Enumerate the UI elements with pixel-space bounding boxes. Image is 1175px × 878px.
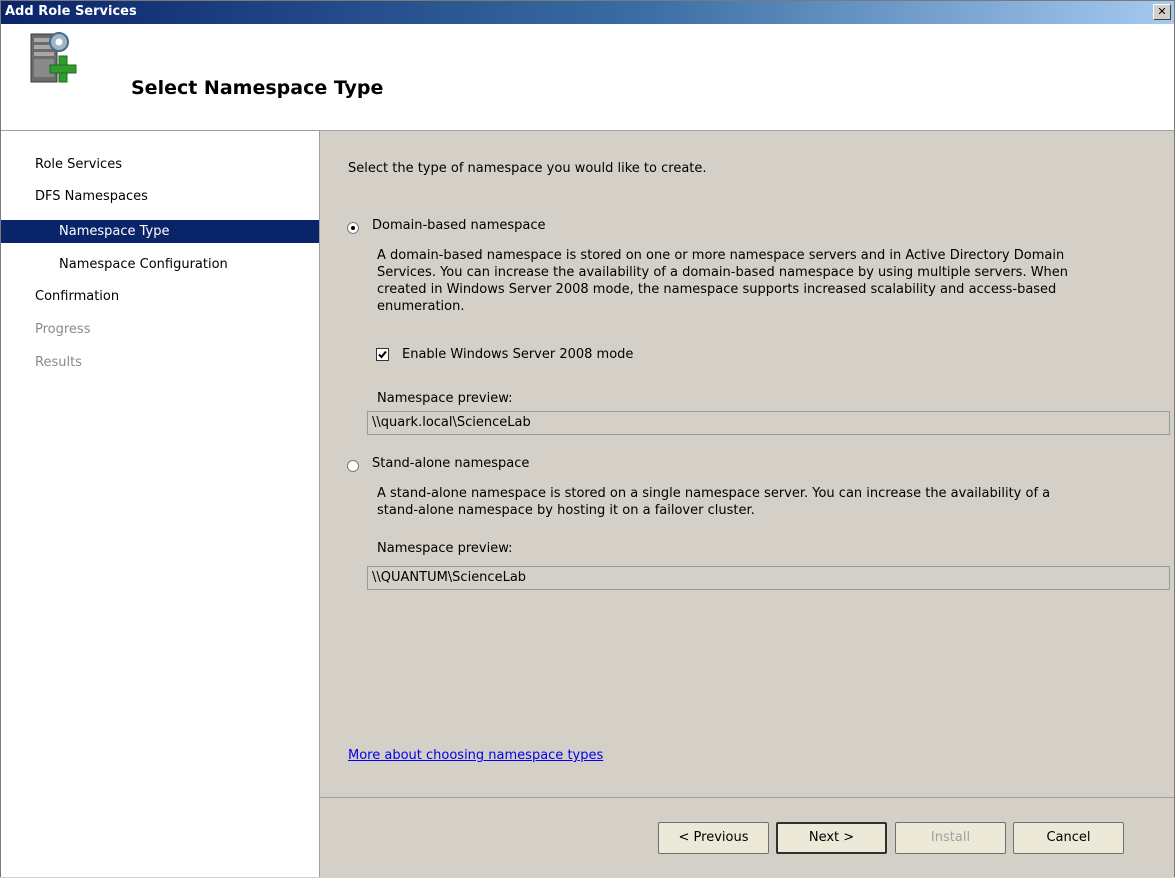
install-button: Install bbox=[895, 822, 1006, 854]
domain-description-line: A domain-based namespace is stored on on… bbox=[377, 248, 1065, 263]
previous-button[interactable]: < Previous bbox=[658, 822, 769, 854]
close-button[interactable]: ✕ bbox=[1153, 4, 1171, 20]
standalone-description-line: A stand-alone namespace is stored on a s… bbox=[377, 486, 1051, 501]
page-title: Select Namespace Type bbox=[131, 77, 384, 99]
cancel-button[interactable]: Cancel bbox=[1013, 822, 1124, 854]
sidebar-item-results: Results bbox=[35, 355, 82, 370]
instruction-text: Select the type of namespace you would l… bbox=[348, 161, 707, 176]
main-content: Select the type of namespace you would l… bbox=[320, 131, 1174, 797]
wizard-steps-sidebar: Role Services DFS Namespaces Namespace T… bbox=[1, 131, 320, 877]
next-button[interactable]: Next > bbox=[776, 822, 887, 854]
enable-2008-mode-label[interactable]: Enable Windows Server 2008 mode bbox=[402, 347, 633, 362]
close-icon: ✕ bbox=[1157, 5, 1167, 18]
domain-preview-field: \\quark.local\ScienceLab bbox=[367, 411, 1170, 435]
wizard-footer: < Previous Next > Install Cancel bbox=[320, 797, 1174, 878]
sidebar-item-role-services[interactable]: Role Services bbox=[1, 153, 319, 176]
title-bar[interactable]: Add Role Services ✕ bbox=[1, 1, 1174, 24]
domain-preview-label: Namespace preview: bbox=[377, 391, 513, 406]
domain-description-line: Services. You can increase the availabil… bbox=[377, 265, 1069, 280]
domain-description-line: created in Windows Server 2008 mode, the… bbox=[377, 282, 1057, 297]
domain-based-radio[interactable] bbox=[347, 222, 359, 234]
domain-based-label[interactable]: Domain-based namespace bbox=[372, 218, 546, 233]
check-icon bbox=[378, 350, 387, 359]
sidebar-item-confirmation[interactable]: Confirmation bbox=[1, 285, 319, 308]
stand-alone-preview-field: \\QUANTUM\ScienceLab bbox=[367, 566, 1170, 590]
wizard-header: Select Namespace Type bbox=[1, 24, 1174, 131]
sidebar-item-namespace-configuration[interactable]: Namespace Configuration bbox=[1, 253, 319, 276]
sidebar-item-progress: Progress bbox=[35, 322, 91, 337]
stand-alone-radio[interactable] bbox=[347, 460, 359, 472]
stand-alone-label[interactable]: Stand-alone namespace bbox=[372, 456, 529, 471]
domain-description-line: enumeration. bbox=[377, 299, 465, 314]
stand-alone-description: A stand-alone namespace is stored on a s… bbox=[377, 485, 1167, 519]
enable-2008-mode-checkbox[interactable] bbox=[376, 348, 389, 361]
window-title: Add Role Services bbox=[5, 4, 137, 19]
sidebar-item-dfs-namespaces[interactable]: DFS Namespaces bbox=[1, 185, 319, 208]
add-role-services-window: Add Role Services ✕ Select Namespace Typ… bbox=[0, 0, 1175, 878]
sidebar-item-namespace-type[interactable]: Namespace Type bbox=[1, 220, 319, 243]
standalone-description-line: stand-alone namespace by hosting it on a… bbox=[377, 503, 755, 518]
stand-alone-preview-label: Namespace preview: bbox=[377, 541, 513, 556]
server-add-icon bbox=[30, 32, 77, 83]
more-about-namespace-types-link[interactable]: More about choosing namespace types bbox=[348, 748, 603, 763]
domain-based-description: A domain-based namespace is stored on on… bbox=[377, 247, 1167, 315]
